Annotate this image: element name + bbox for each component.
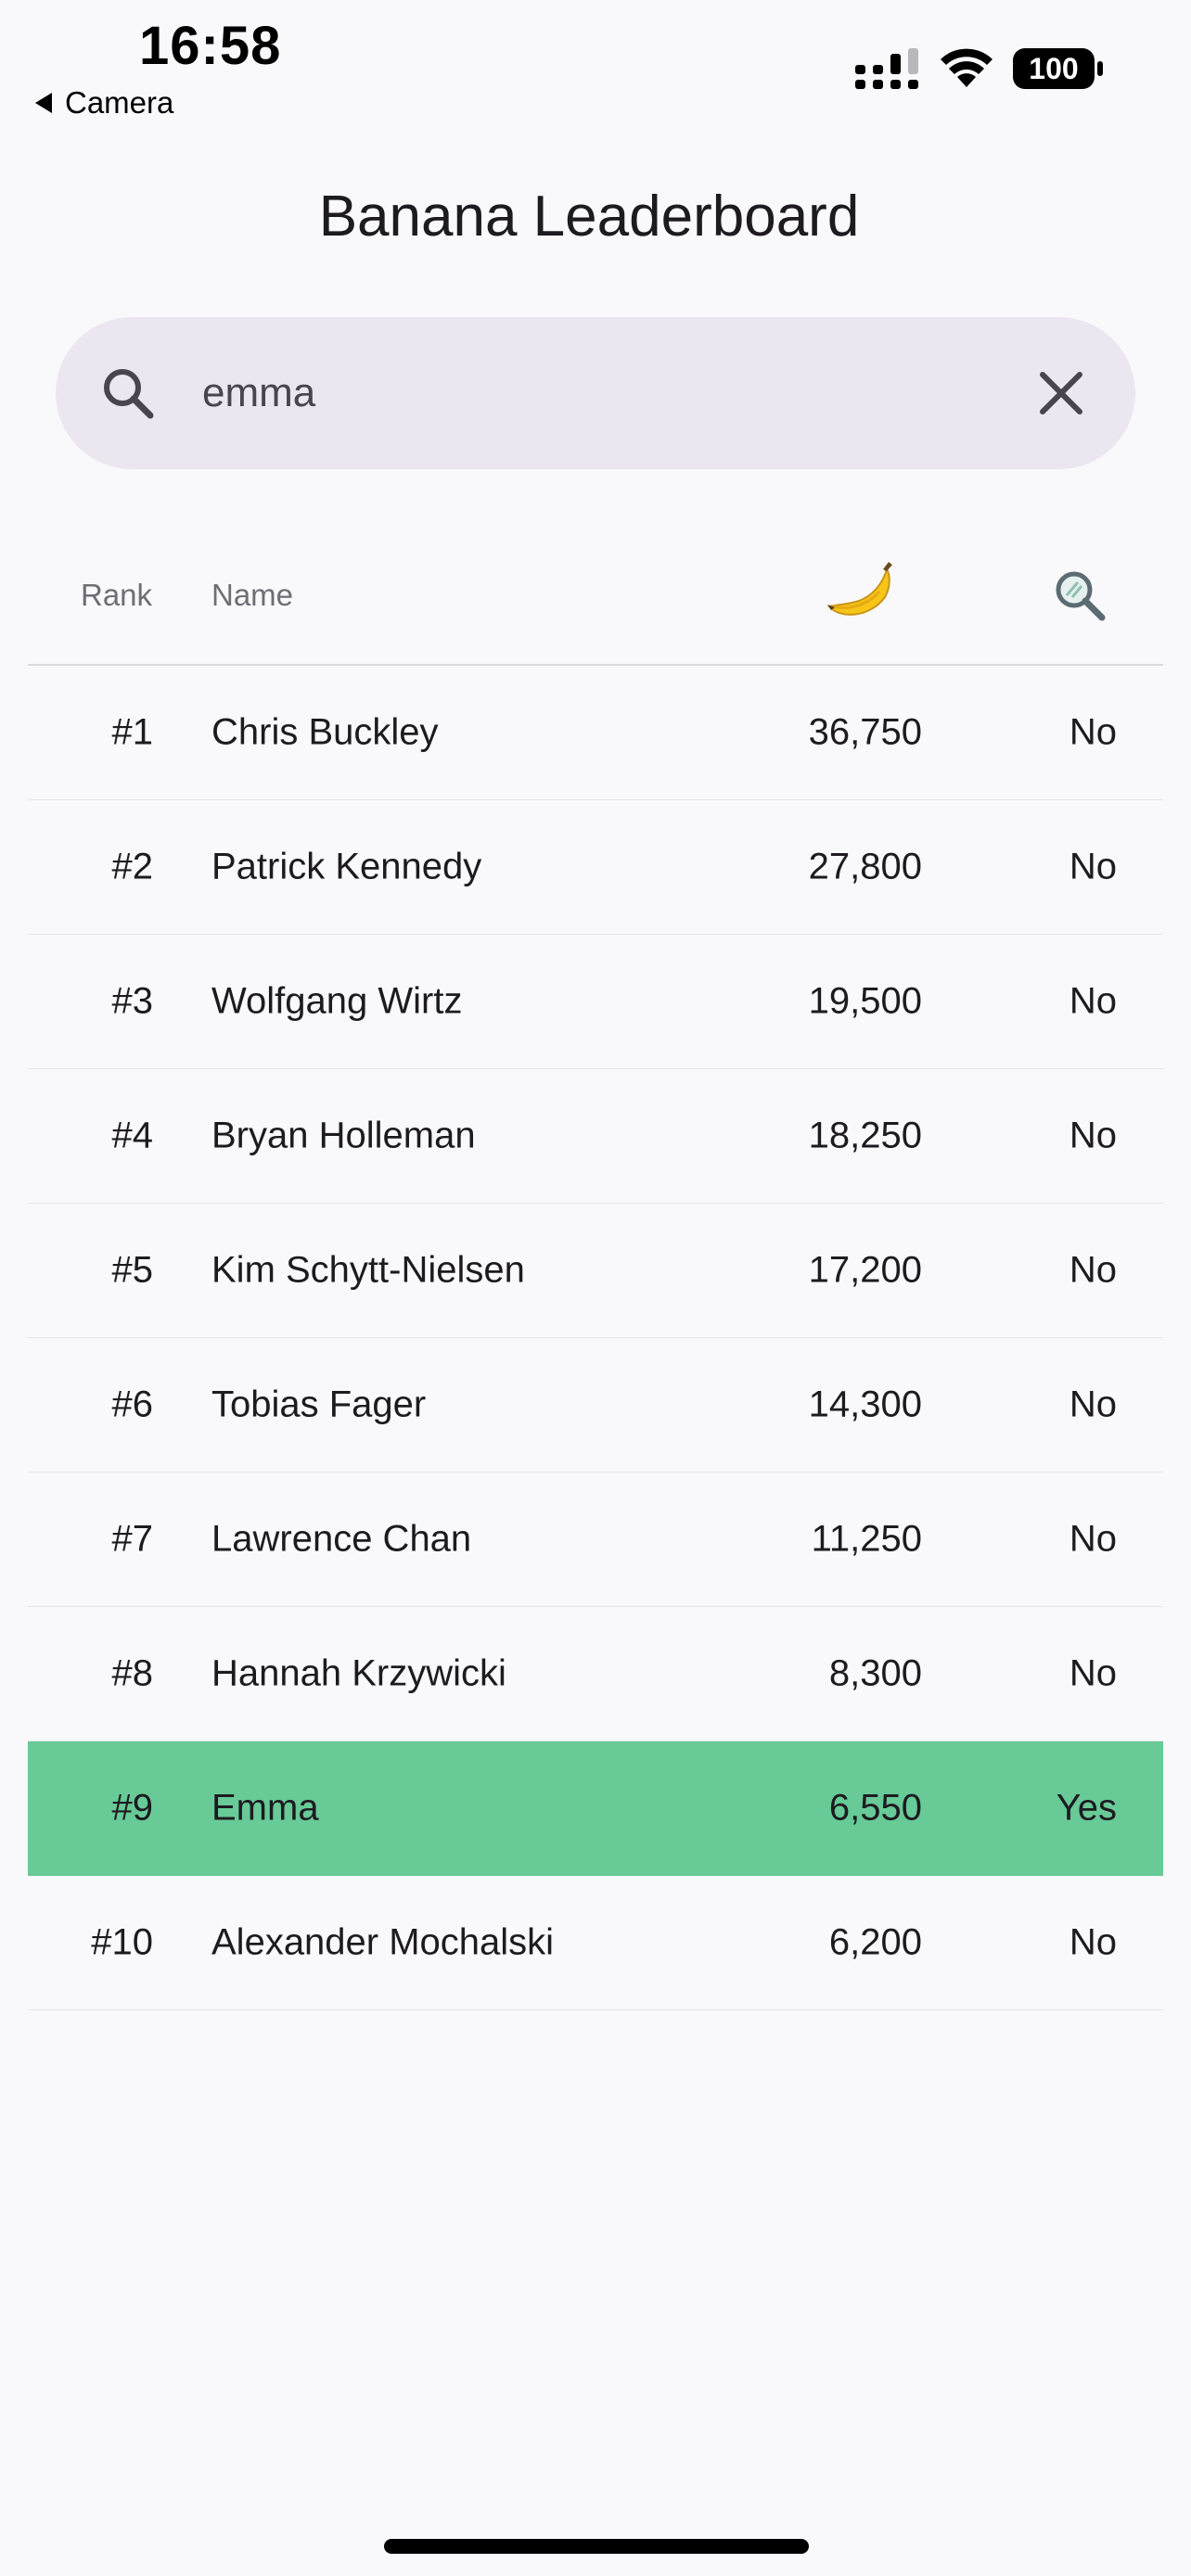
table-row[interactable]: #7 Lawrence Chan 11,250 No — [28, 1473, 1163, 1607]
row-found: No — [1069, 980, 1117, 1022]
battery-icon: 100 — [1013, 48, 1103, 89]
row-found: No — [1069, 1115, 1117, 1156]
row-found: No — [1069, 1384, 1117, 1425]
table-row-highlighted[interactable]: #9 Emma 6,550 Yes — [28, 1741, 1163, 1876]
table-row[interactable]: #3 Wolfgang Wirtz 19,500 No — [28, 935, 1163, 1069]
cellular-signal-icon — [855, 48, 918, 89]
status-time: 16:58 — [139, 16, 282, 76]
found-search-icon[interactable] — [1052, 567, 1108, 623]
row-banana-count: 11,250 — [811, 1518, 922, 1560]
row-rank: #2 — [111, 846, 154, 887]
column-header-name[interactable]: Name — [211, 578, 293, 613]
row-found: No — [1069, 1652, 1117, 1694]
wifi-icon — [941, 48, 992, 87]
column-header-rank[interactable]: Rank — [81, 578, 152, 613]
row-banana-count: 19,500 — [808, 980, 922, 1022]
table-row[interactable]: #4 Bryan Holleman 18,250 No — [28, 1069, 1163, 1204]
back-arrow-icon — [35, 93, 52, 113]
row-name: Kim Schytt-Nielsen — [211, 1249, 525, 1291]
row-banana-count: 27,800 — [808, 846, 922, 887]
row-name: Emma — [211, 1787, 319, 1829]
table-row[interactable]: #10 Alexander Mochalski 6,200 No — [28, 1876, 1163, 2010]
row-rank: #7 — [111, 1518, 154, 1560]
row-name: Lawrence Chan — [211, 1518, 472, 1560]
row-banana-count: 6,550 — [828, 1787, 922, 1829]
row-rank: #8 — [111, 1652, 154, 1694]
row-found: No — [1069, 1249, 1117, 1291]
search-bar[interactable] — [56, 317, 1135, 469]
clear-search-icon[interactable] — [1035, 367, 1087, 419]
row-rank: #1 — [111, 711, 154, 753]
table-row[interactable]: #1 Chris Buckley 36,750 No — [28, 666, 1163, 800]
home-indicator[interactable] — [384, 2539, 809, 2554]
back-to-camera-button[interactable]: Camera — [35, 85, 173, 121]
row-name: Tobias Fager — [211, 1384, 427, 1425]
table-row[interactable]: #8 Hannah Krzywicki 8,300 No — [28, 1607, 1163, 1741]
row-name: Hannah Krzywicki — [211, 1652, 506, 1694]
row-name: Bryan Holleman — [211, 1115, 476, 1156]
row-found: No — [1069, 711, 1117, 753]
back-label: Camera — [65, 85, 174, 120]
row-name: Wolfgang Wirtz — [211, 980, 463, 1022]
search-icon — [104, 369, 154, 419]
table-row[interactable]: #5 Kim Schytt-Nielsen 17,200 No — [28, 1204, 1163, 1338]
row-banana-count: 14,300 — [808, 1384, 922, 1425]
row-found: No — [1069, 1921, 1117, 1963]
row-rank: #4 — [111, 1115, 154, 1156]
row-rank: #9 — [111, 1787, 154, 1829]
leaderboard-table: Rank Name #1 Chris Buckley 36,750 No #2 Patri… — [28, 527, 1163, 2010]
banana-icon[interactable] — [824, 560, 894, 621]
row-banana-count: 36,750 — [808, 711, 922, 753]
row-found: No — [1069, 846, 1117, 887]
row-found: Yes — [1056, 1787, 1117, 1829]
row-banana-count: 8,300 — [828, 1652, 922, 1694]
table-row[interactable]: #6 Tobias Fager 14,300 No — [28, 1338, 1163, 1473]
table-header: Rank Name — [28, 527, 1163, 666]
row-name: Alexander Mochalski — [211, 1921, 555, 1963]
row-rank: #3 — [111, 980, 154, 1022]
row-name: Patrick Kennedy — [211, 846, 482, 887]
row-banana-count: 18,250 — [808, 1115, 922, 1156]
page-title: Banana Leaderboard — [318, 185, 860, 249]
row-banana-count: 6,200 — [828, 1921, 922, 1963]
row-rank: #10 — [91, 1921, 153, 1963]
row-banana-count: 17,200 — [808, 1249, 922, 1291]
row-name: Chris Buckley — [211, 711, 439, 753]
table-row[interactable]: #2 Patrick Kennedy 27,800 No — [28, 800, 1163, 935]
battery-level: 100 — [1029, 52, 1078, 85]
row-rank: #5 — [111, 1249, 154, 1291]
row-found: No — [1069, 1518, 1117, 1560]
row-rank: #6 — [111, 1384, 154, 1425]
search-input[interactable] — [200, 369, 965, 417]
